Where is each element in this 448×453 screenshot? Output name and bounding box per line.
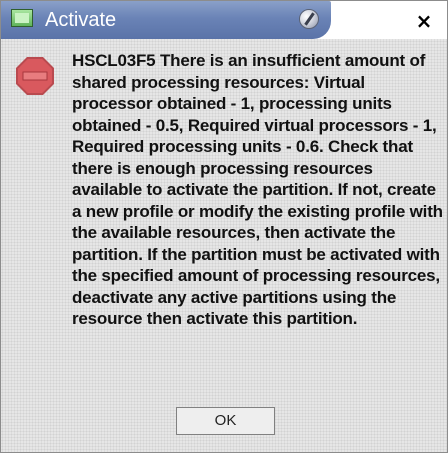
stop-error-icon [16, 57, 54, 95]
app-window-icon [11, 9, 33, 27]
ok-button[interactable]: OK [176, 407, 275, 435]
title-knob-icon[interactable] [299, 9, 319, 29]
title-tab: Activate [1, 1, 331, 39]
close-button[interactable]: × [413, 10, 435, 32]
error-message: HSCL03F5 There is an insufficient amount… [72, 51, 443, 328]
ok-button-label: OK [214, 412, 237, 429]
window-title: Activate [45, 9, 117, 31]
activate-dialog: Activate × HSCL03F5 There is an insuffic… [0, 0, 448, 453]
title-bar[interactable]: Activate × [1, 1, 447, 39]
